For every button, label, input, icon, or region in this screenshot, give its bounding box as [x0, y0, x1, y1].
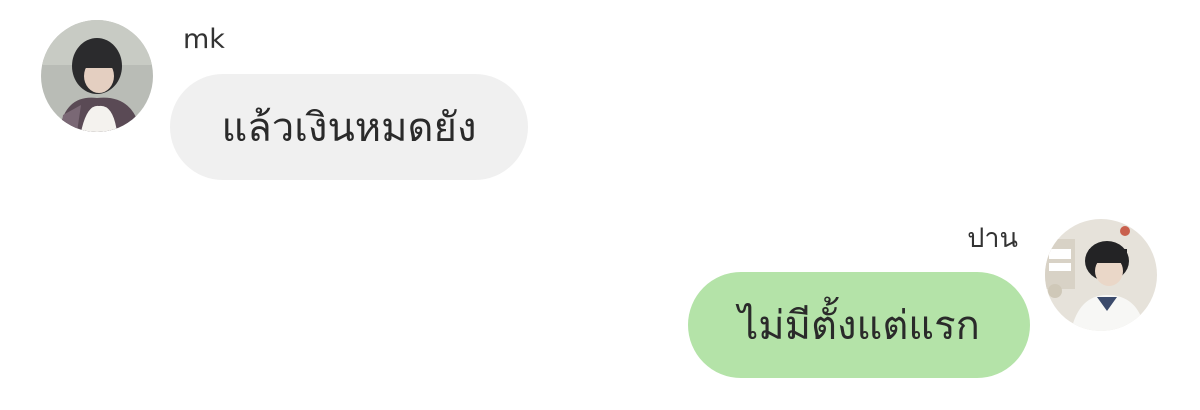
- sender-name-mk: mk: [183, 24, 225, 55]
- avatar-mk[interactable]: [41, 20, 153, 132]
- sender-name-paan: ปาน: [967, 223, 1018, 254]
- message-bubble-sent[interactable]: ไม่มีตั้งแต่แรก: [688, 272, 1030, 378]
- message-text: ไม่มีตั้งแต่แรก: [738, 303, 980, 349]
- avatar-paan[interactable]: [1045, 219, 1157, 331]
- profile-photo-paan-icon: [1045, 219, 1157, 331]
- profile-photo-mk-icon: [41, 20, 153, 132]
- message-text: แล้วเงินหมดยัง: [221, 105, 477, 151]
- message-bubble-received[interactable]: แล้วเงินหมดยัง: [170, 74, 528, 180]
